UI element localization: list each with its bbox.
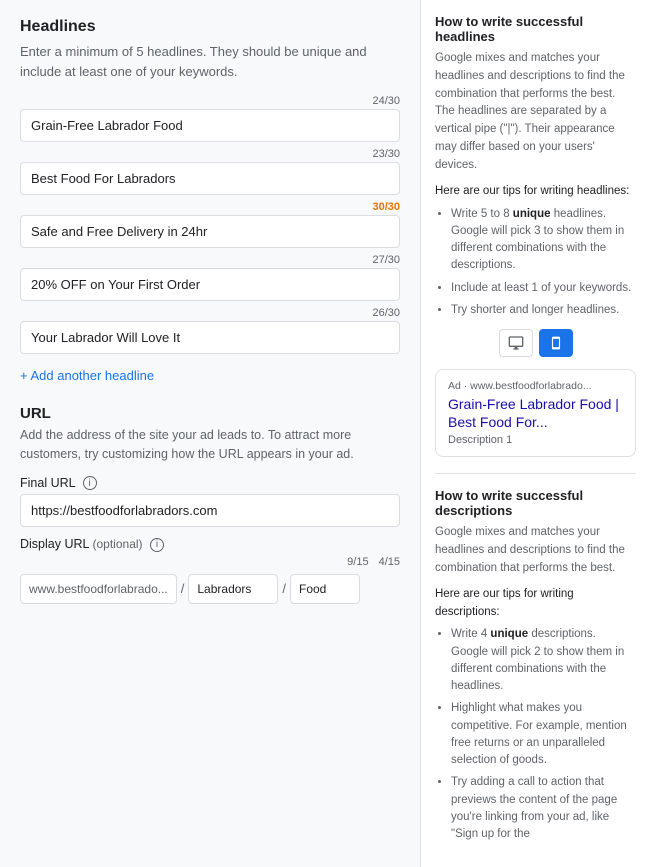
ad-headline: Grain-Free Labrador Food | Best Food For… — [448, 395, 623, 431]
headline-field-2: 23/30 — [20, 148, 400, 195]
headline-3-input[interactable] — [20, 215, 400, 248]
final-url-info-icon[interactable]: i — [83, 476, 97, 490]
ad-description: Description 1 — [448, 434, 623, 446]
headline-field-4: 27/30 — [20, 254, 400, 301]
display-url-row: www.bestfoodforlabrado... / / — [20, 574, 400, 604]
headline-field-3: 30/30 — [20, 201, 400, 248]
headline-5-input[interactable] — [20, 321, 400, 354]
display-url-optional: (optional) — [93, 537, 143, 551]
left-panel: Headlines Enter a minimum of 5 headlines… — [0, 0, 420, 867]
headlines-title: Headlines — [20, 18, 400, 36]
descriptions-tips-list: Write 4 unique descriptions. Google will… — [435, 626, 636, 843]
headlines-tips-title: How to write successful headlines — [435, 14, 636, 44]
desktop-device-btn[interactable] — [499, 329, 533, 357]
display-url-info-icon[interactable]: i — [150, 538, 164, 552]
ad-preview: Ad · www.bestfoodforlabrado... Grain-Fre… — [435, 369, 636, 457]
final-url-label: Final URL i — [20, 476, 400, 491]
headlines-desc: Enter a minimum of 5 headlines. They sho… — [20, 42, 400, 81]
headlines-tip-3: Try shorter and longer headlines. — [451, 302, 636, 319]
headline-field-1: 24/30 — [20, 95, 400, 142]
headlines-tips-intro: Google mixes and matches your headlines … — [435, 50, 636, 175]
display-url-slash-2: / — [278, 581, 290, 596]
headline-2-count: 23/30 — [20, 148, 400, 160]
display-url-part2-input[interactable] — [290, 574, 360, 604]
url-section: URL Add the address of the site your ad … — [20, 405, 400, 604]
headline-1-input[interactable] — [20, 109, 400, 142]
display-url-part2-count: 4/15 — [379, 556, 400, 568]
display-url-slash-1: / — [177, 581, 189, 596]
desc-tip-2: Highlight what makes you competitive. Fo… — [451, 700, 636, 769]
headline-4-input[interactable] — [20, 268, 400, 301]
headline-3-count: 30/30 — [20, 201, 400, 213]
display-url-part1-count: 9/15 — [347, 556, 368, 568]
panel-divider — [435, 473, 636, 474]
url-desc: Add the address of the site your ad lead… — [20, 426, 400, 464]
headline-field-5: 26/30 — [20, 307, 400, 354]
descriptions-tips-title: How to write successful descriptions — [435, 488, 636, 518]
display-url-part1-input[interactable] — [188, 574, 278, 604]
headline-5-count: 26/30 — [20, 307, 400, 319]
descriptions-tips-header: Here are our tips for writing descriptio… — [435, 586, 636, 622]
device-toggle — [435, 329, 636, 357]
display-url-base: www.bestfoodforlabrado... — [20, 574, 177, 604]
headlines-tip-1: Write 5 to 8 unique headlines. Google wi… — [451, 206, 636, 275]
display-url-label: Display URL (optional) i — [20, 537, 400, 552]
headlines-tips-list: Write 5 to 8 unique headlines. Google wi… — [435, 206, 636, 320]
add-headline-link[interactable]: + Add another headline — [20, 368, 154, 383]
display-url-counts: 9/15 4/15 — [20, 556, 400, 568]
ad-label: Ad · www.bestfoodforlabrado... — [448, 380, 623, 392]
desc-tip-3: Try adding a call to action that preview… — [451, 774, 636, 843]
descriptions-tips-intro: Google mixes and matches your headlines … — [435, 524, 636, 577]
headlines-section: Headlines Enter a minimum of 5 headlines… — [20, 18, 400, 383]
mobile-device-btn[interactable] — [539, 329, 573, 357]
desc-tip-1: Write 4 unique descriptions. Google will… — [451, 626, 636, 695]
headline-4-count: 27/30 — [20, 254, 400, 266]
headline-2-input[interactable] — [20, 162, 400, 195]
final-url-input[interactable] — [20, 494, 400, 527]
headlines-tip-2: Include at least 1 of your keywords. — [451, 280, 636, 297]
headlines-tips-header: Here are our tips for writing headlines: — [435, 183, 636, 201]
url-title: URL — [20, 405, 400, 422]
right-panel: How to write successful headlines Google… — [420, 0, 650, 867]
headline-1-count: 24/30 — [20, 95, 400, 107]
